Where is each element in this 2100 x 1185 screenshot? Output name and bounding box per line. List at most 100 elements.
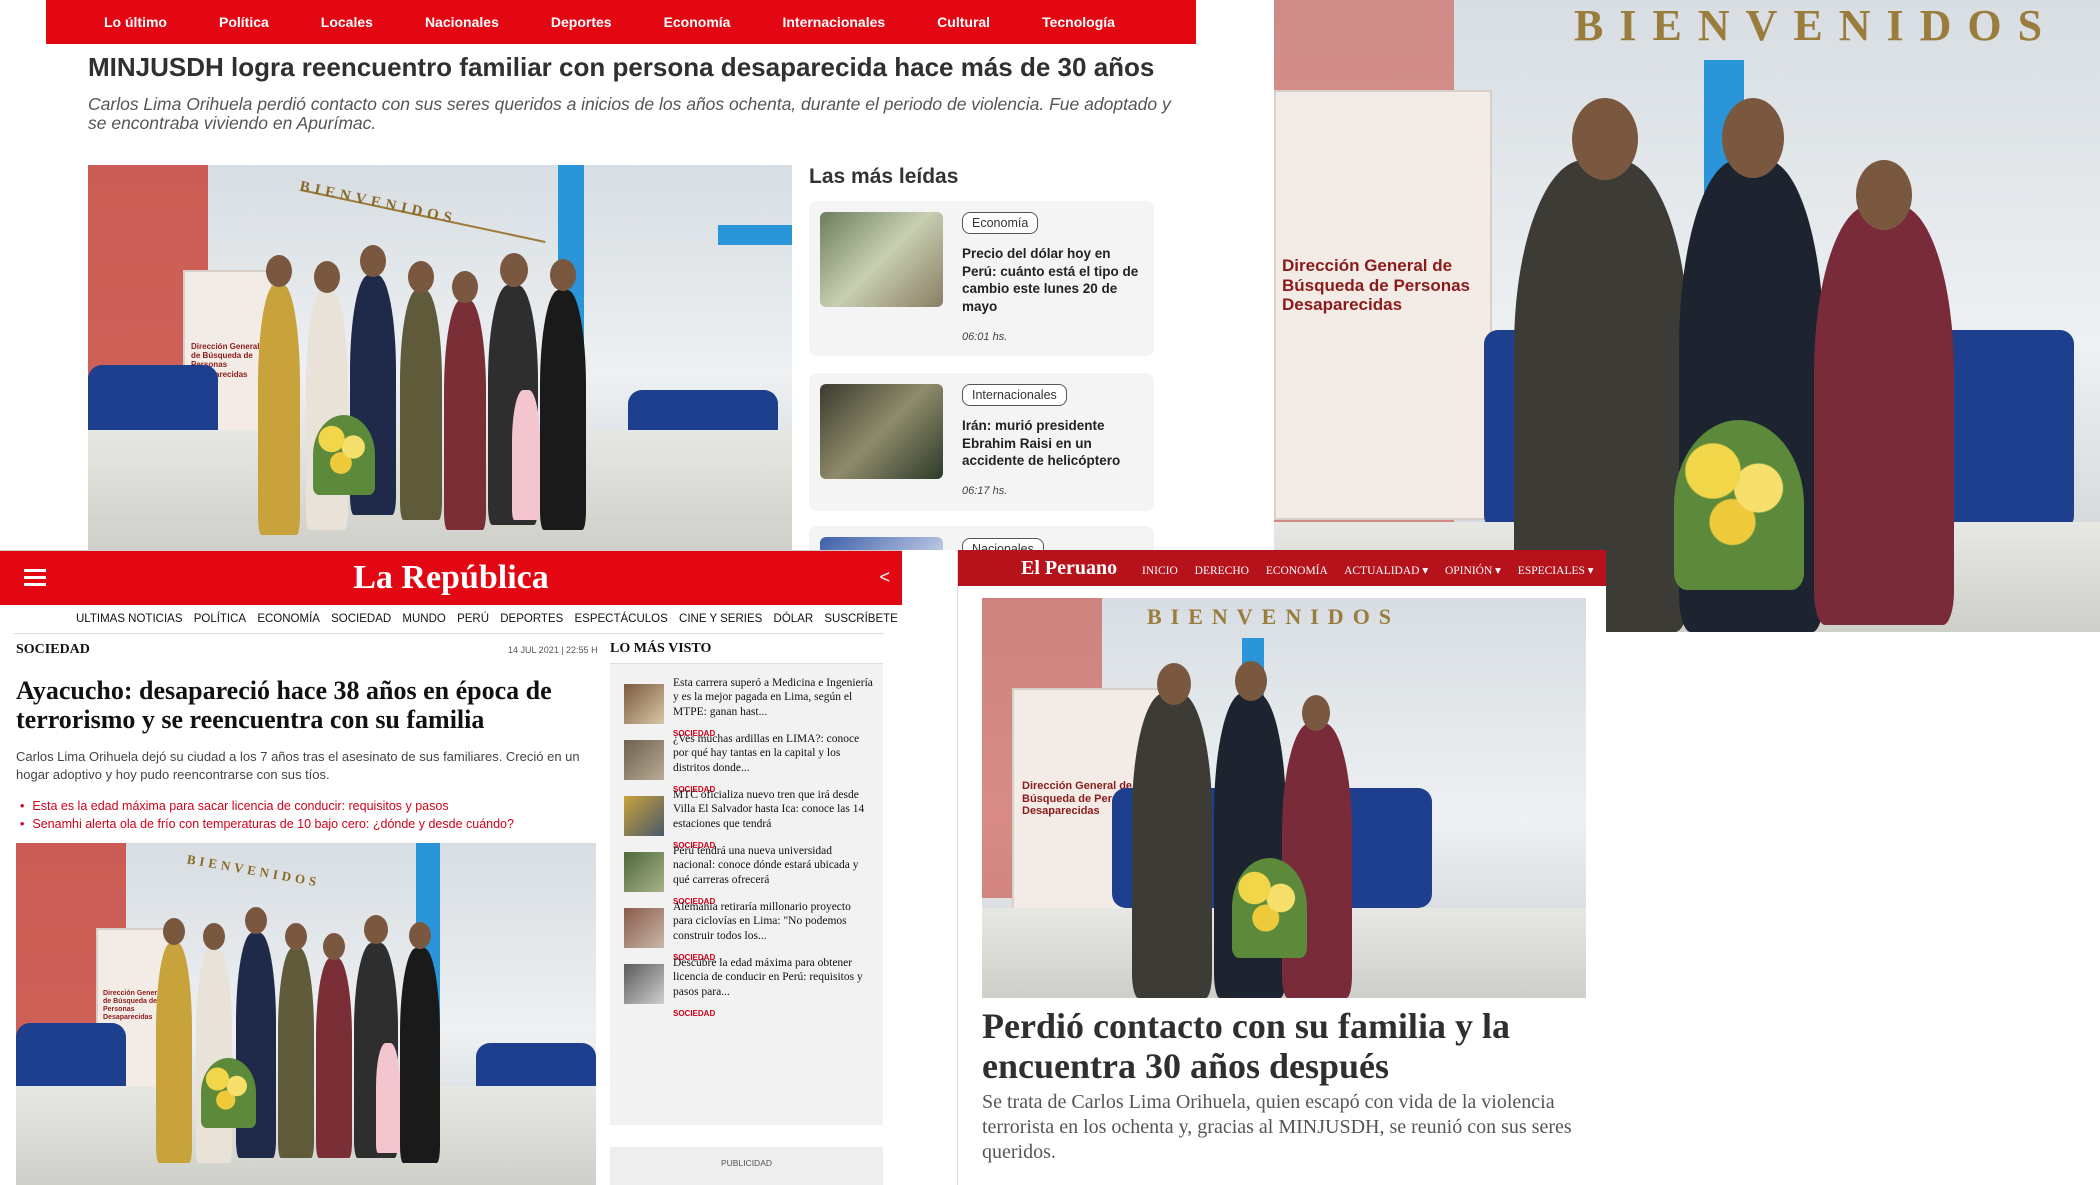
divider xyxy=(14,633,884,634)
related-link[interactable]: Senamhi alerta ola de frío con temperatu… xyxy=(20,817,610,831)
bunting-letters: BIENVENIDOS xyxy=(1574,1,2059,50)
article-title: Perdió contacto con su familia y la encu… xyxy=(982,1006,1510,1087)
subnav-item[interactable]: ESPECTÁCULOS xyxy=(575,613,668,625)
subnav-item[interactable]: PERÚ xyxy=(457,613,489,625)
article-title: Ayacucho: desapareció hace 38 años en ép… xyxy=(16,676,552,735)
subnav-item[interactable]: CINE Y SERIES xyxy=(679,613,762,625)
person xyxy=(156,943,192,1163)
person-head xyxy=(285,923,307,950)
person xyxy=(196,948,232,1163)
person-head xyxy=(360,245,386,277)
nav-tecnologia[interactable]: Tecnología xyxy=(1042,14,1115,30)
nav-cultural[interactable]: Cultural xyxy=(937,14,990,30)
person-head xyxy=(1722,98,1784,178)
category-tag[interactable]: Internacionales xyxy=(962,384,1067,406)
item-headline[interactable]: ¿Ves muchas ardillas en LIMA?: conoce po… xyxy=(673,732,873,775)
subnav-item[interactable]: SUSCRÍBETE xyxy=(824,613,898,625)
dollar-bills-thumbnail xyxy=(820,212,943,307)
item-thumbnail xyxy=(624,908,664,948)
category-tag[interactable]: Economía xyxy=(962,212,1039,234)
person-head xyxy=(163,918,185,945)
subnav-item[interactable]: ULTIMAS NOTICIAS xyxy=(76,613,183,625)
item-headline[interactable]: MTC oficializa nuevo tren que irá desde … xyxy=(673,788,873,831)
article-lead: Carlos Lima Orihuela dejó su ciudad a lo… xyxy=(16,749,580,782)
top-nav: Lo último Política Locales Nacionales De… xyxy=(46,0,1196,44)
share-icon[interactable]: < xyxy=(879,567,890,588)
child xyxy=(512,390,540,520)
related-link[interactable]: Esta es la edad máxima para sacar licenc… xyxy=(20,799,610,813)
flower-bouquet xyxy=(1674,420,1804,590)
banner-stand: Dirección General de Búsqueda de Persona… xyxy=(1274,90,1492,520)
person-head xyxy=(500,253,528,287)
most-read-title: Las más leídas xyxy=(809,165,959,188)
nav-item[interactable]: DERECHO xyxy=(1195,565,1249,577)
section-nav: ULTIMAS NOTICIAS POLÍTICA ECONOMÍA SOCIE… xyxy=(76,613,902,625)
woman-right xyxy=(1814,205,1954,625)
article-photo[interactable]: Dirección General de Búsqueda de Persona… xyxy=(16,843,596,1185)
card-time: 06:01 hs. xyxy=(962,331,1008,343)
nav-item[interactable]: INICIO xyxy=(1142,565,1178,577)
site-logo[interactable]: La República xyxy=(0,559,902,597)
nav-item[interactable]: ECONOMÍA xyxy=(1266,565,1328,577)
nav-nacionales[interactable]: Nacionales xyxy=(425,14,499,30)
person-head xyxy=(266,255,292,287)
flower-bouquet xyxy=(201,1058,256,1128)
nav-item[interactable]: ESPECIALES ▾ xyxy=(1518,565,1594,577)
person xyxy=(540,290,586,530)
most-read-card[interactable]: Internacionales Irán: murió presidente E… xyxy=(809,373,1154,511)
person xyxy=(444,300,486,530)
nav-item[interactable]: ACTUALIDAD ▾ xyxy=(1344,565,1428,577)
person-head xyxy=(550,259,576,291)
nav-politica[interactable]: Política xyxy=(219,14,269,30)
most-read-card[interactable]: Economía Precio del dólar hoy en Perú: c… xyxy=(809,201,1154,356)
header-bar: El Peruano INICIO DERECHO ECONOMÍA ACTUA… xyxy=(958,550,1606,586)
item-section: SOCIEDAD xyxy=(673,1009,716,1018)
la-republica-page: La República < ULTIMAS NOTICIAS POLÍTICA… xyxy=(0,550,902,1185)
article-photo[interactable]: Dirección General de Búsqueda de Persona… xyxy=(982,598,1586,998)
card-headline[interactable]: Irán: murió presidente Ebrahim Raisi en … xyxy=(962,417,1142,470)
site-logo[interactable]: El Peruano xyxy=(1021,557,1117,580)
person-head xyxy=(245,907,267,934)
most-read-card[interactable]: Nacionales xyxy=(809,526,1154,550)
bunting-letters: BIENVENIDOS xyxy=(298,178,459,228)
category-tag[interactable]: Nacionales xyxy=(962,538,1044,550)
subnav-item[interactable]: MUNDO xyxy=(402,613,445,625)
article-lead: Se trata de Carlos Lima Orihuela, quien … xyxy=(982,1091,1572,1163)
nav-deportes[interactable]: Deportes xyxy=(551,14,612,30)
nav-economia[interactable]: Economía xyxy=(664,14,731,30)
section-label[interactable]: SOCIEDAD xyxy=(16,642,90,658)
subnav-item[interactable]: DÓLAR xyxy=(774,613,814,625)
person-head xyxy=(314,261,340,293)
bunting-letters: BIENVENIDOS xyxy=(1147,604,1401,629)
article-photo[interactable]: Dirección General de Búsqueda de Persona… xyxy=(88,165,792,550)
card-headline[interactable]: Precio del dólar hoy en Perú: cuánto est… xyxy=(962,245,1142,315)
person xyxy=(400,290,442,520)
person-head xyxy=(323,933,345,960)
nav-lo-ultimo[interactable]: Lo último xyxy=(104,14,167,30)
item-headline[interactable]: Alemania retiraría millonario proyecto p… xyxy=(673,900,873,943)
item-thumbnail xyxy=(624,964,664,1004)
item-headline[interactable]: Esta carrera superó a Medicina e Ingenie… xyxy=(673,676,873,719)
item-thumbnail xyxy=(624,740,664,780)
man-left xyxy=(1132,693,1212,998)
person-head xyxy=(1572,98,1638,180)
item-headline[interactable]: Perú tendrá una nueva universidad nacion… xyxy=(673,844,873,887)
subnav-item[interactable]: POLÍTICA xyxy=(194,613,246,625)
nav-locales[interactable]: Locales xyxy=(321,14,373,30)
article-title: MINJUSDH logra reencuentro familiar con … xyxy=(88,52,1155,82)
collage-canvas: Lo último Política Locales Nacionales De… xyxy=(0,0,2100,1185)
person-head xyxy=(203,923,225,950)
person xyxy=(400,948,440,1163)
subnav-item[interactable]: ECONOMÍA xyxy=(257,613,320,625)
nav-item[interactable]: OPINIÓN ▾ xyxy=(1445,565,1501,577)
subnav-item[interactable]: SOCIEDAD xyxy=(331,613,391,625)
related-links: Esta es la edad máxima para sacar licenc… xyxy=(20,799,610,835)
blue-beam xyxy=(718,225,792,245)
subnav-item[interactable]: DEPORTES xyxy=(500,613,563,625)
item-headline[interactable]: Descubre la edad máxima para obtener lic… xyxy=(673,956,873,999)
reunion-closeup-photo[interactable]: Dirección General de Búsqueda de Persona… xyxy=(1274,0,2100,632)
raisi-thumbnail xyxy=(820,384,943,479)
nav-internacionales[interactable]: Internacionales xyxy=(782,14,885,30)
header-bar: La República < xyxy=(0,551,902,605)
person-head xyxy=(409,922,431,949)
